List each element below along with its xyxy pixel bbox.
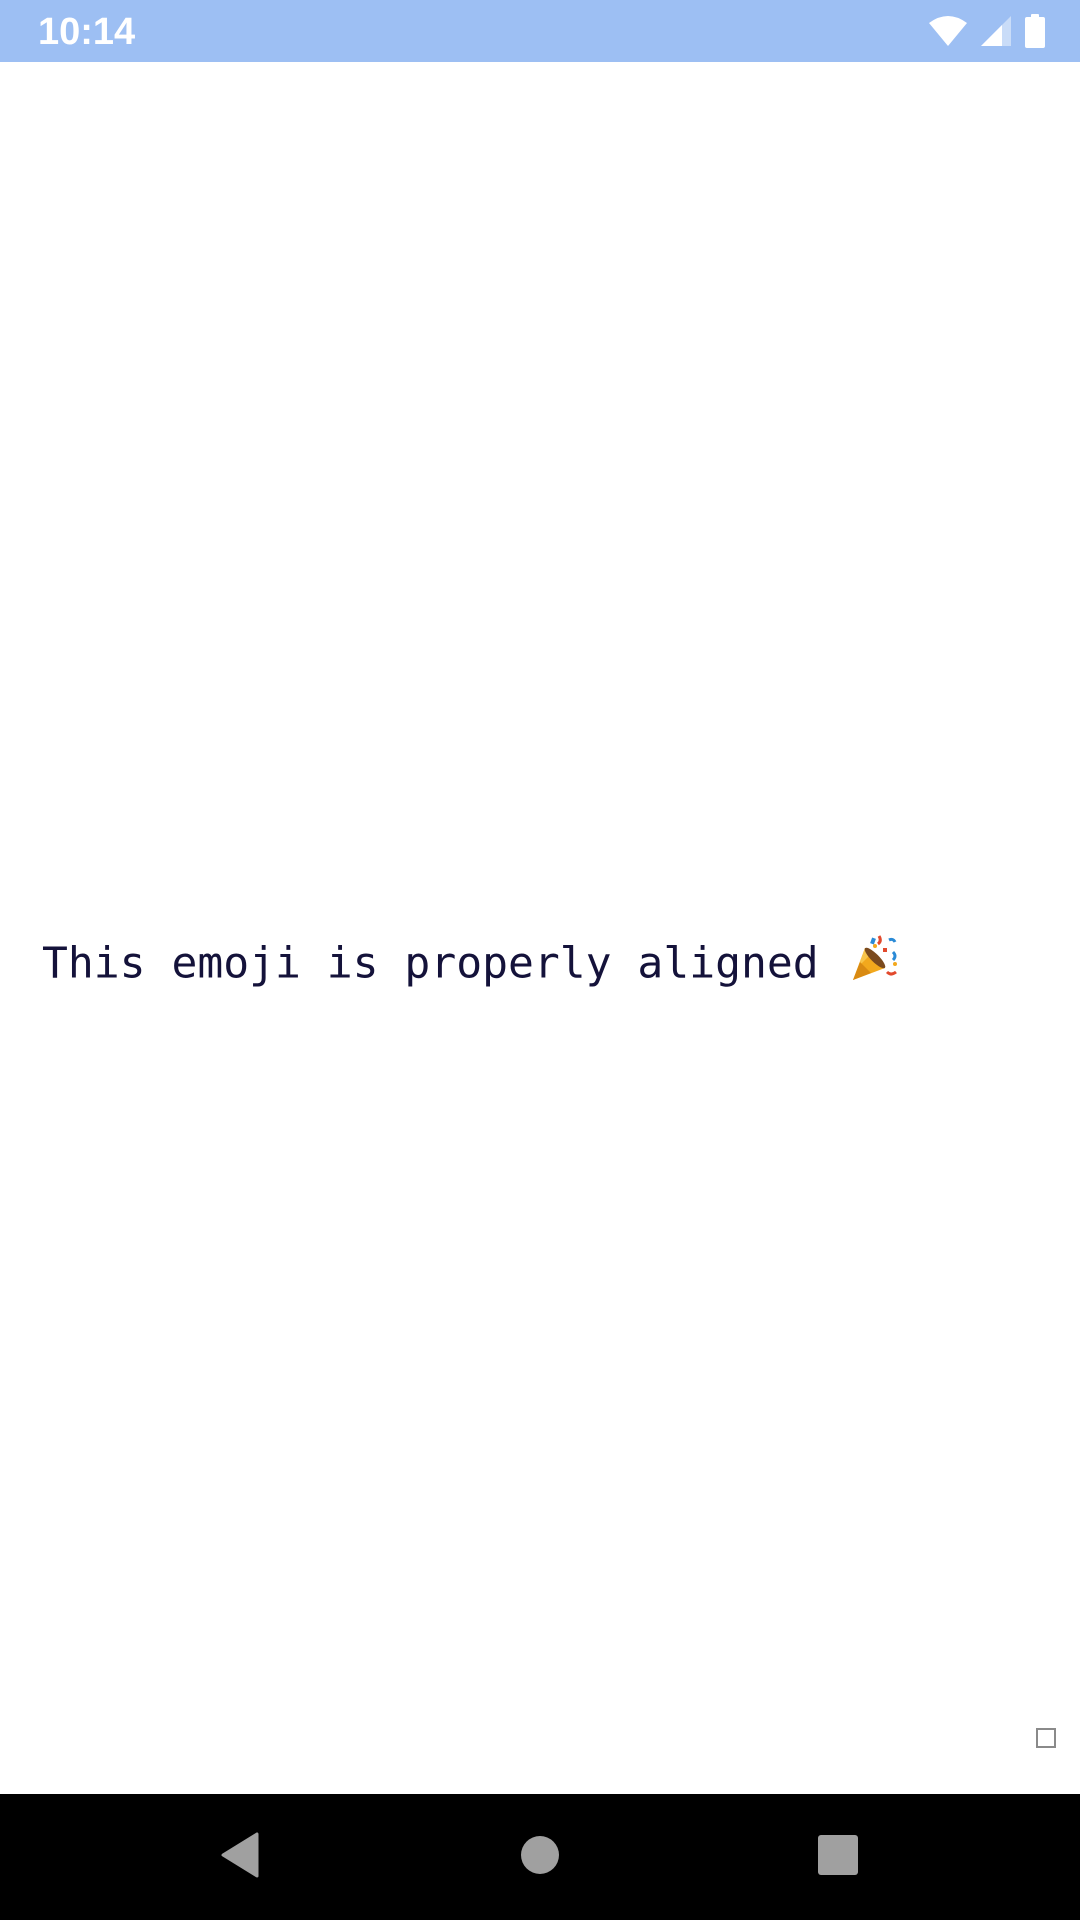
party-popper-icon <box>849 932 901 1000</box>
status-time: 10:14 <box>38 11 136 53</box>
home-button[interactable] <box>500 1794 580 1920</box>
navigation-bar <box>0 1794 1080 1920</box>
main-content: This emoji is properly aligned <box>0 62 1080 1794</box>
home-icon <box>520 1835 560 1879</box>
cellular-signal-icon <box>980 15 1012 47</box>
status-icons <box>928 14 1046 48</box>
battery-icon <box>1024 14 1046 48</box>
status-bar: 10:14 <box>0 0 1080 62</box>
back-icon <box>220 1832 260 1882</box>
wifi-icon <box>928 15 968 47</box>
back-button[interactable] <box>200 1794 280 1920</box>
checkbox[interactable] <box>1036 1728 1056 1748</box>
message-text: This emoji is properly aligned <box>42 938 819 989</box>
message-line: This emoji is properly aligned <box>42 932 901 1000</box>
recents-icon <box>817 1834 859 1880</box>
recents-button[interactable] <box>798 1794 878 1920</box>
